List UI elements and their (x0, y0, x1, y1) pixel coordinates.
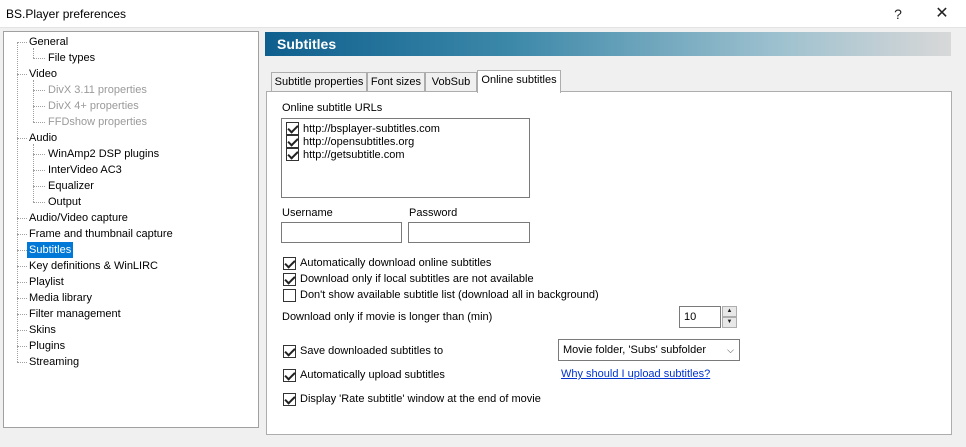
tab-font-sizes[interactable]: Font sizes (367, 72, 425, 92)
tree-guide (17, 362, 27, 363)
spin-down-icon[interactable]: ▼ (722, 317, 737, 328)
list-item[interactable]: http://bsplayer-subtitles.com (286, 122, 440, 135)
save-checkbox[interactable] (283, 344, 296, 358)
tree-guide (17, 218, 27, 219)
tab-online-subtitles[interactable]: Online subtitles (477, 70, 561, 93)
tree-guide (33, 154, 45, 155)
sidebar-item-subtitles[interactable]: Subtitles (27, 242, 74, 258)
sidebar-item-output[interactable]: Output (46, 194, 83, 210)
tree-guide (33, 106, 45, 107)
tree-guide (33, 122, 45, 123)
min-length-input[interactable]: 10 (679, 306, 721, 328)
sidebar-item-ffdshow-properties[interactable]: FFDshow properties (46, 114, 149, 130)
auto-upload-option[interactable]: Automatically upload subtitles (283, 368, 445, 382)
download-only-checkbox[interactable] (283, 272, 296, 286)
url-checkbox[interactable] (286, 135, 299, 148)
url-checkbox[interactable] (286, 148, 299, 161)
rate-checkbox[interactable] (283, 392, 296, 406)
auto-upload-label: Automatically upload subtitles (300, 369, 445, 381)
close-button[interactable]: ✕ (920, 0, 964, 28)
sidebar-item-audio-video-capture[interactable]: Audio/Video capture (27, 210, 130, 226)
sidebar-item-streaming[interactable]: Streaming (27, 354, 81, 370)
tree-guide (33, 186, 45, 187)
list-item[interactable]: http://opensubtitles.org (286, 135, 414, 148)
auto-download-label: Automatically download online subtitles (300, 257, 492, 269)
sidebar-item-file-types[interactable]: File types (46, 50, 97, 66)
dont-show-label: Don't show available subtitle list (down… (300, 289, 599, 301)
sidebar-item-frame-and-thumbnail-capture[interactable]: Frame and thumbnail capture (27, 226, 175, 242)
tree-guide (17, 250, 27, 251)
sidebar-item-plugins[interactable]: Plugins (27, 338, 67, 354)
tree-guide (17, 298, 27, 299)
sidebar-item-winamp2-dsp-plugins[interactable]: WinAmp2 DSP plugins (46, 146, 161, 162)
tree-guide (17, 282, 27, 283)
list-item[interactable]: http://getsubtitle.com (286, 148, 405, 161)
preferences-tree[interactable]: General File types Video DivX 3.11 properti… (3, 31, 259, 428)
auto-download-option[interactable]: Automatically download online subtitles (283, 256, 491, 270)
tree-guide (33, 80, 34, 122)
url-listbox[interactable]: http://bsplayer-subtitles.com http://ope… (281, 118, 530, 198)
urls-label: Online subtitle URLs (282, 102, 383, 114)
password-label: Password (409, 207, 458, 219)
sidebar-item-filter-management[interactable]: Filter management (27, 306, 123, 322)
min-length-label: Download only if movie is longer than (m… (282, 311, 493, 323)
download-only-label: Download only if local subtitles are not… (300, 273, 534, 285)
sidebar-item-skins[interactable]: Skins (27, 322, 58, 338)
sidebar-item-playlist[interactable]: Playlist (27, 274, 66, 290)
tree-guide (17, 346, 27, 347)
title-bar: BS.Player preferences ? ✕ (0, 0, 966, 28)
tree-guide (17, 42, 27, 43)
tree-guide (17, 330, 27, 331)
tree-guide (33, 90, 45, 91)
url-text: http://opensubtitles.org (303, 135, 415, 148)
tree-guide (17, 138, 27, 139)
auto-upload-checkbox[interactable] (283, 368, 296, 382)
rate-option[interactable]: Display 'Rate subtitle' window at the en… (283, 392, 541, 406)
save-option[interactable]: Save downloaded subtitles to (283, 344, 443, 358)
sidebar-item-divx-4-properties[interactable]: DivX 4+ properties (46, 98, 141, 114)
section-header: Subtitles (265, 32, 951, 56)
window-title: BS.Player preferences (6, 7, 127, 21)
download-only-option[interactable]: Download only if local subtitles are not… (283, 272, 534, 286)
tree-guide (17, 314, 27, 315)
tree-guide (33, 144, 34, 202)
spin-up-icon[interactable]: ▲ (722, 306, 737, 317)
save-location-select[interactable]: Movie folder, 'Subs' subfolder ⌵ (558, 339, 740, 361)
url-text: http://bsplayer-subtitles.com (303, 122, 440, 135)
sidebar-item-audio[interactable]: Audio (27, 130, 59, 146)
save-label: Save downloaded subtitles to (300, 345, 444, 357)
sidebar-item-media-library[interactable]: Media library (27, 290, 94, 306)
dont-show-option[interactable]: Don't show available subtitle list (down… (283, 288, 599, 302)
save-location-value: Movie folder, 'Subs' subfolder (563, 344, 706, 356)
dont-show-checkbox[interactable] (283, 288, 296, 302)
url-text: http://getsubtitle.com (303, 148, 405, 161)
tree-guide (33, 48, 34, 58)
password-input[interactable] (408, 222, 530, 243)
auto-download-checkbox[interactable] (283, 256, 296, 270)
tree-guide (17, 266, 27, 267)
tree-guide (33, 58, 45, 59)
rate-label: Display 'Rate subtitle' window at the en… (300, 393, 541, 405)
tab-subtitle-properties[interactable]: Subtitle properties (271, 72, 367, 92)
sidebar-item-key-definitions-winlirc[interactable]: Key definitions & WinLIRC (27, 258, 160, 274)
url-checkbox[interactable] (286, 122, 299, 135)
sidebar-item-video[interactable]: Video (27, 66, 59, 82)
chevron-down-icon: ⌵ (727, 345, 734, 355)
sidebar-item-intervideo-ac3[interactable]: InterVideo AC3 (46, 162, 124, 178)
tab-vobsub[interactable]: VobSub (425, 72, 477, 92)
tree-guide (17, 74, 27, 75)
help-button[interactable]: ? (876, 0, 920, 28)
username-input[interactable] (281, 222, 402, 243)
tree-guide (33, 202, 45, 203)
section-title: Subtitles (277, 36, 337, 52)
tree-guide (17, 234, 27, 235)
why-upload-link[interactable]: Why should I upload subtitles? (561, 368, 710, 380)
sidebar-item-divx-3-11-properties[interactable]: DivX 3.11 properties (46, 82, 149, 98)
sidebar-item-equalizer[interactable]: Equalizer (46, 178, 96, 194)
tree-guide (33, 170, 45, 171)
username-label: Username (282, 207, 333, 219)
